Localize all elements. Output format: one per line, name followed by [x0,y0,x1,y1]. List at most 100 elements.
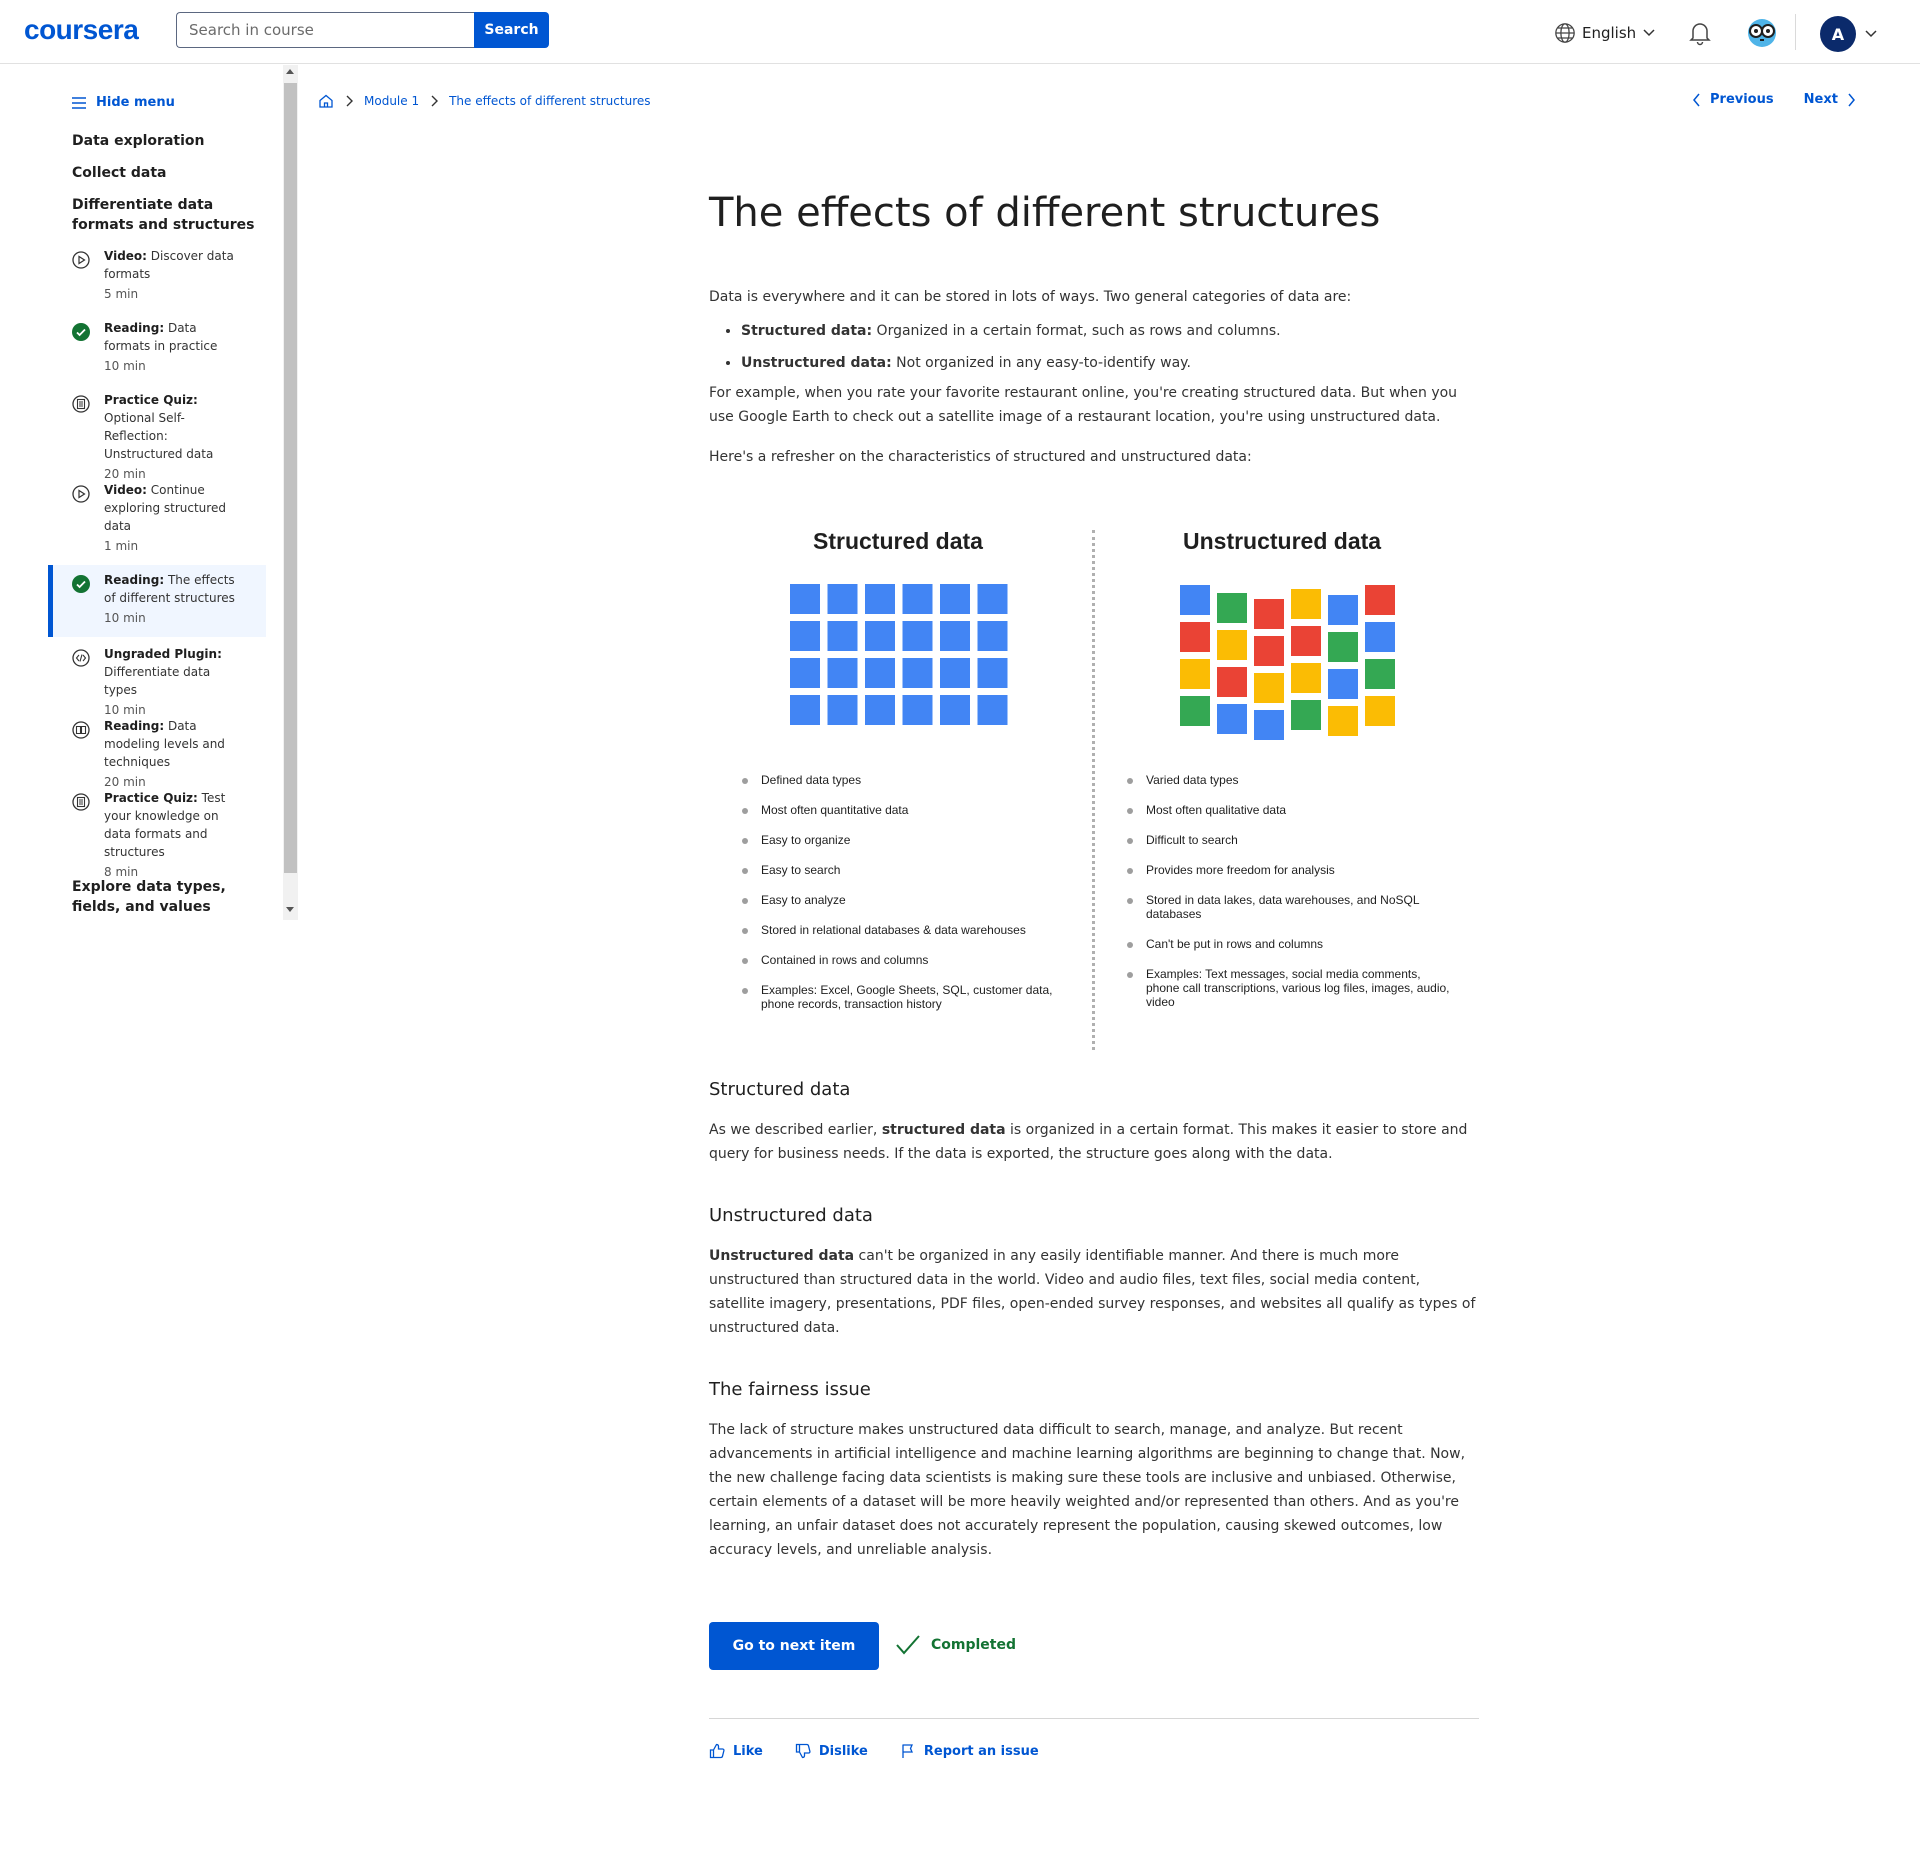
unstructured-grid-cell [1291,589,1321,619]
language-selector[interactable]: English [1554,22,1656,44]
scroll-up-arrow-icon[interactable] [286,69,294,74]
structured-grid-cell [790,695,820,725]
structured-grid-graphic [790,584,1008,725]
sidebar-item-duration: 10 min [104,611,146,625]
structured-grid-cell [865,695,895,725]
sidebar-item-quiz-reflection[interactable]: Practice Quiz: Optional Self-Reflection:… [48,391,266,481]
hide-menu-label: Hide menu [96,95,175,110]
structured-grid-cell [977,695,1008,725]
report-issue-button[interactable]: Report an issue [900,1743,1039,1759]
unstructured-grid-cell [1328,706,1358,736]
like-button[interactable]: Like [709,1743,763,1759]
unstructured-grid-cell [1254,599,1284,629]
completed-label: Completed [931,1637,1017,1653]
next-button[interactable]: Next [1804,92,1856,107]
thumbs-down-icon [795,1743,811,1759]
coursera-logo[interactable]: coursera [24,14,139,46]
unstructured-paragraph: Unstructured data can't be organized in … [709,1248,1476,1336]
list-item: Examples: Excel, Google Sheets, SQL, cus… [739,983,1079,1011]
structured-grid-cell [865,584,895,614]
structured-grid-cell [827,584,858,614]
section-collect-data[interactable]: Collect data [72,163,262,183]
section-explore-data-types[interactable]: Explore data types, fields, and values [72,877,262,917]
scroll-down-arrow-icon[interactable] [286,907,294,912]
sidebar-item-text: Practice Quiz: Test your knowledge on da… [104,791,226,859]
completed-status: Completed [895,1634,1016,1656]
chevron-down-icon [1643,29,1655,37]
sidebar-item-reading-modeling[interactable]: Reading: Data modeling levels and techni… [48,717,266,789]
heading-structured-data: Structured data [709,1079,851,1100]
sidebar-item-reading-formats[interactable]: Reading: Data formats in practice 10 min [48,319,266,379]
breadcrumb-current[interactable]: The effects of different structures [449,94,650,108]
section-data-exploration[interactable]: Data exploration [72,131,262,151]
unstructured-grid-cell [1365,585,1395,615]
unstructured-grid-cell [1180,659,1210,689]
hamburger-icon [72,96,86,109]
list-item: Provides more freedom for analysis [1124,863,1454,877]
sidebar-item-text: Ungraded Plugin: Differentiate data type… [104,647,222,697]
unstructured-grid-cell [1365,696,1395,726]
sidebar-item-reading-effects[interactable]: Reading: The effects of different struct… [48,565,266,637]
sidebar-item-text: Practice Quiz: Optional Self-Reflection:… [104,393,214,461]
thumbs-up-icon [709,1743,725,1759]
example-paragraph: For example, when you rate your favorite… [709,385,1458,425]
reading-content: The effects of different structures Data… [709,185,1479,469]
play-icon [72,485,90,503]
home-icon[interactable] [318,93,334,109]
list-item: Structured data: Organized in a certain … [741,319,1479,343]
sidebar-item-video-discover[interactable]: Video: Discover data formats 5 min [48,247,266,307]
structured-characteristics-list: Defined data types Most often quantitati… [739,773,1079,1011]
diagram-dotted-divider [1092,530,1096,1050]
previous-button[interactable]: Previous [1692,92,1774,107]
list-item: Defined data types [739,773,1079,787]
unstructured-grid-cell [1291,663,1321,693]
structured-grid-cell [940,658,970,688]
search-input[interactable] [176,12,475,48]
header-divider [1795,14,1796,50]
search-button[interactable]: Search [474,12,549,48]
structured-vs-unstructured-diagram: Structured data Unstructured data Define… [709,510,1479,1050]
learning-assistant-button[interactable] [1746,18,1778,52]
list-item: Most often qualitative data [1124,803,1454,817]
structured-grid-cell [977,584,1008,614]
structured-grid-cell [940,584,970,614]
chevron-right-icon [431,95,439,107]
like-label: Like [733,1743,763,1759]
top-header: coursera Search English A [0,0,1920,64]
plugin-icon [72,649,90,667]
structured-grid-cell [865,621,895,651]
structured-grid-cell [790,621,820,651]
chevron-right-icon [346,95,353,107]
structured-grid-cell [902,621,933,651]
sidebar-item-text: Video: Discover data formats [104,249,234,281]
flag-icon [902,1744,913,1758]
report-issue-label: Report an issue [923,1743,1039,1759]
list-item: Stored in data lakes, data warehouses, a… [1124,893,1454,921]
dislike-label: Dislike [818,1743,868,1759]
sidebar-item-plugin[interactable]: Ungraded Plugin: Differentiate data type… [48,645,266,717]
sidebar-scroll-thumb[interactable] [284,83,297,873]
structured-grid-cell [827,658,858,688]
sidebar-item-video-continue[interactable]: Video: Continue exploring structured dat… [48,481,266,559]
unstructured-grid-cell [1365,622,1395,652]
chevron-left-icon [1693,93,1700,106]
dislike-button[interactable]: Dislike [795,1743,868,1759]
section-differentiate-data[interactable]: Differentiate data formats and structure… [72,195,262,235]
sidebar-item-quiz-test[interactable]: Practice Quiz: Test your knowledge on da… [48,789,266,879]
book-icon [72,721,90,739]
unstructured-grid-cell [1254,710,1284,740]
unstructured-characteristics-list: Varied data types Most often qualitative… [1124,773,1454,1009]
sidebar-item-text: Reading: Data formats in practice [104,321,218,353]
unstructured-grid-graphic [1180,585,1395,740]
go-to-next-item-button[interactable]: Go to next item [709,1622,879,1670]
list-item: Varied data types [1124,773,1454,787]
structured-grid-cell [977,621,1008,651]
account-menu[interactable]: A [1820,16,1878,52]
page-title: The effects of different structures [709,190,1381,236]
notifications-button[interactable] [1688,20,1712,50]
hide-menu-button[interactable]: Hide menu [72,95,175,110]
checkmark-icon [896,1635,920,1655]
course-sidebar: Hide menu Data exploration Collect data … [0,65,300,920]
item-navigation: Previous Next [1692,92,1856,107]
breadcrumb-module[interactable]: Module 1 [364,94,419,108]
